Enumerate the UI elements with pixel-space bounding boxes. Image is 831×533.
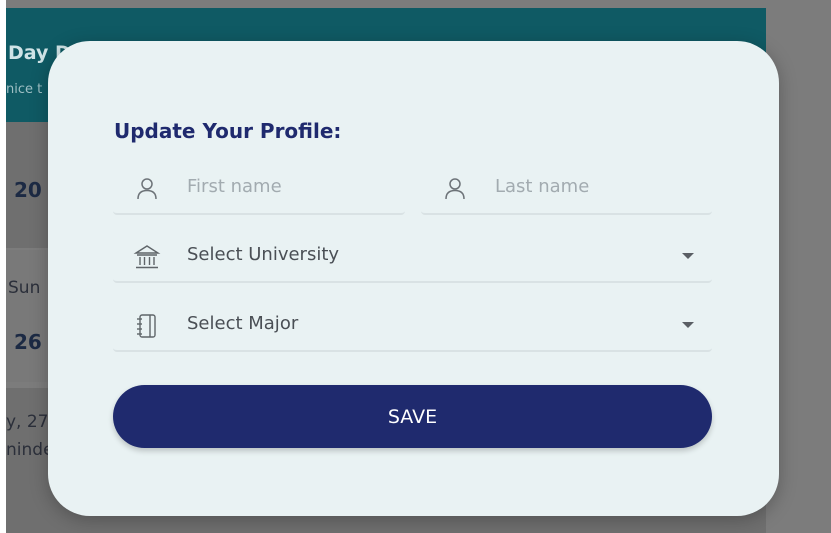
background-reminder-line: ninde [6,440,54,460]
background-day-number: 26 [14,330,42,354]
university-icon [133,245,161,269]
dialog-title: Update Your Profile: [114,119,342,143]
chevron-down-icon [682,322,694,328]
save-button[interactable]: SAVE [113,385,712,448]
first-name-field[interactable]: First name [113,159,405,215]
notebook-icon [137,314,156,338]
last-name-field[interactable]: Last name [421,159,712,215]
university-select[interactable]: Select University [113,227,712,283]
major-select[interactable]: Select Major [113,296,712,352]
last-name-placeholder: Last name [495,176,590,197]
person-icon [445,178,465,200]
background-date-line: y, 27 [6,412,49,432]
university-select-value: Select University [187,244,340,265]
chevron-down-icon [682,253,694,259]
major-select-value: Select Major [187,313,299,334]
update-profile-dialog: Update Your Profile: First name Last nam… [48,41,779,516]
person-icon [137,178,157,200]
background-header-subtitle: nice t [6,82,43,97]
background-year-text: 20 [14,178,42,202]
first-name-placeholder: First name [187,176,282,197]
background-day-name: Sun [8,278,41,298]
